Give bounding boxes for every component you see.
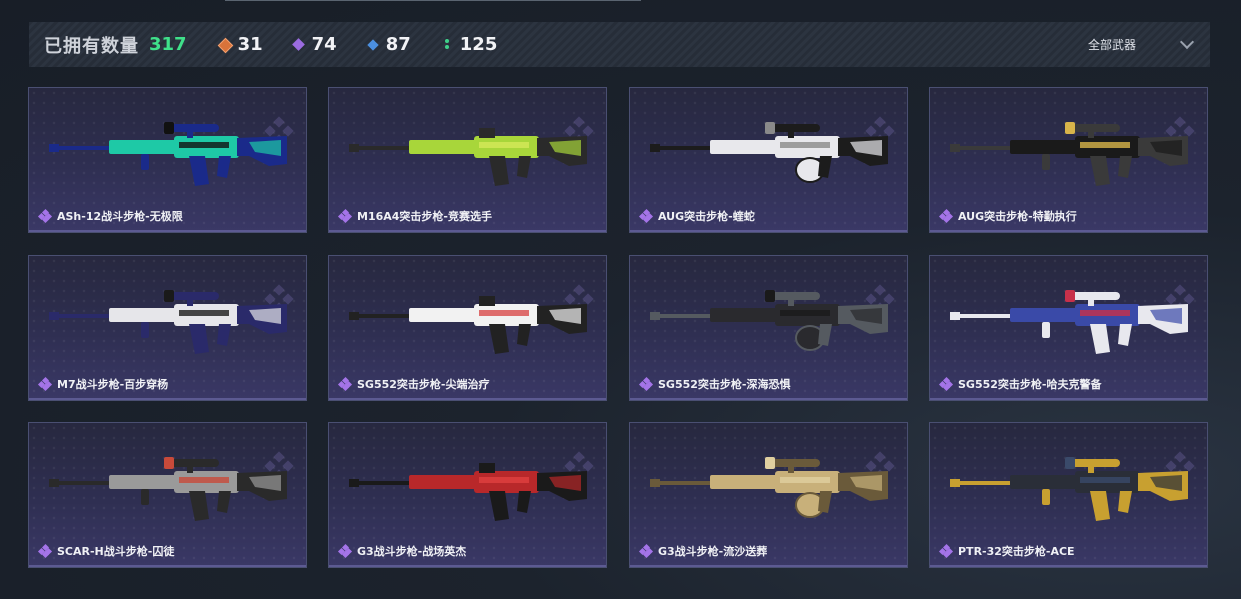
weapon-name: SCAR-H战斗步枪-囚徒 (57, 545, 175, 558)
quality-purple-icon (638, 208, 654, 224)
weapon-card[interactable]: AUG突击步枪-特勤执行 (929, 87, 1208, 233)
stat-blue: 87 (367, 34, 411, 55)
weapon-image (49, 441, 289, 531)
weapon-card[interactable]: SG552突击步枪-尖端治疗 (328, 255, 607, 401)
weapon-label: ASh-12战斗步枪-无极限 (37, 208, 183, 224)
orange-gem-icon (217, 37, 233, 53)
weapon-filter-label: 全部武器 (1087, 38, 1136, 52)
weapon-name: SG552突击步枪-尖端治疗 (357, 378, 490, 391)
stat-orange-value: 31 (237, 34, 263, 55)
weapon-card[interactable]: PTR-32突击步枪-ACE (929, 422, 1208, 568)
owned-count-label: 已拥有数量 (44, 35, 139, 57)
collection-header: 已拥有数量 317 31 74 87 125 全部武器 (29, 22, 1210, 67)
weapon-label: AUG突击步枪-蝰蛇 (638, 208, 755, 224)
weapon-card[interactable]: G3战斗步枪-流沙送葬 (629, 422, 908, 568)
weapon-name: AUG突击步枪-蝰蛇 (658, 210, 755, 223)
stat-orange: 31 (217, 34, 263, 55)
weapon-name: M7战斗步枪-百步穿杨 (57, 378, 169, 391)
weapon-label: SCAR-H战斗步枪-囚徒 (37, 543, 175, 559)
weapon-label: PTR-32突击步枪-ACE (938, 543, 1075, 559)
stat-green: 125 (441, 34, 498, 55)
weapon-name: AUG突击步枪-特勤执行 (958, 210, 1077, 223)
weapon-name: G3战斗步枪-战场英杰 (357, 545, 467, 558)
weapon-label: SG552突击步枪-尖端治疗 (337, 376, 490, 392)
weapon-card[interactable]: G3战斗步枪-战场英杰 (328, 422, 607, 568)
quality-purple-icon (337, 543, 353, 559)
weapon-card[interactable]: ASh-12战斗步枪-无极限 (28, 87, 307, 233)
quality-purple-icon (638, 376, 654, 392)
green-dots-icon (441, 38, 453, 51)
weapon-card[interactable]: AUG突击步枪-蝰蛇 (629, 87, 908, 233)
weapon-image (950, 441, 1190, 531)
weapon-image (49, 106, 289, 196)
weapon-label: SG552突击步枪-哈夫克警备 (938, 376, 1102, 392)
quality-purple-icon (337, 376, 353, 392)
quality-purple-icon (638, 543, 654, 559)
weapon-label: M16A4突击步枪-竞赛选手 (337, 208, 492, 224)
top-divider (225, 0, 641, 1)
weapon-card[interactable]: SG552突击步枪-深海恐惧 (629, 255, 908, 401)
weapon-name: PTR-32突击步枪-ACE (958, 545, 1075, 558)
weapon-card[interactable]: SCAR-H战斗步枪-囚徒 (28, 422, 307, 568)
weapon-image (349, 441, 589, 531)
owned-count-total: 317 (149, 34, 187, 55)
weapon-label: AUG突击步枪-特勤执行 (938, 208, 1077, 224)
weapon-name: SG552突击步枪-哈夫克警备 (958, 378, 1102, 391)
weapon-label: M7战斗步枪-百步穿杨 (37, 376, 169, 392)
weapon-image (349, 106, 589, 196)
weapon-label: G3战斗步枪-战场英杰 (337, 543, 467, 559)
weapon-image (349, 274, 589, 364)
weapon-name: G3战斗步枪-流沙送葬 (658, 545, 768, 558)
quality-purple-icon (337, 208, 353, 224)
weapon-image (950, 106, 1190, 196)
weapon-label: G3战斗步枪-流沙送葬 (638, 543, 768, 559)
weapon-image (49, 274, 289, 364)
weapon-image (650, 274, 890, 364)
weapon-card[interactable]: SG552突击步枪-哈夫克警备 (929, 255, 1208, 401)
quality-purple-icon (938, 543, 954, 559)
stat-purple-value: 74 (311, 34, 337, 55)
stat-purple: 74 (291, 34, 337, 55)
quality-purple-icon (37, 376, 53, 392)
chevron-down-icon (1179, 34, 1195, 50)
weapon-card[interactable]: M7战斗步枪-百步穿杨 (28, 255, 307, 401)
weapon-name: SG552突击步枪-深海恐惧 (658, 378, 791, 391)
weapon-name: M16A4突击步枪-竞赛选手 (357, 210, 492, 223)
weapon-image (950, 274, 1190, 364)
stat-blue-value: 87 (385, 34, 411, 55)
quality-purple-icon (37, 543, 53, 559)
quality-purple-icon (37, 208, 53, 224)
stat-green-value: 125 (459, 34, 498, 55)
quality-purple-icon (938, 208, 954, 224)
purple-gem-icon (291, 37, 305, 51)
weapon-image (650, 106, 890, 196)
quality-purple-icon (938, 376, 954, 392)
weapon-image (650, 441, 890, 531)
weapon-card[interactable]: M16A4突击步枪-竞赛选手 (328, 87, 607, 233)
weapon-filter-dropdown[interactable]: 全部武器 (1087, 22, 1195, 67)
weapon-name: ASh-12战斗步枪-无极限 (57, 210, 183, 223)
weapon-label: SG552突击步枪-深海恐惧 (638, 376, 791, 392)
blue-gem-icon (367, 38, 379, 51)
